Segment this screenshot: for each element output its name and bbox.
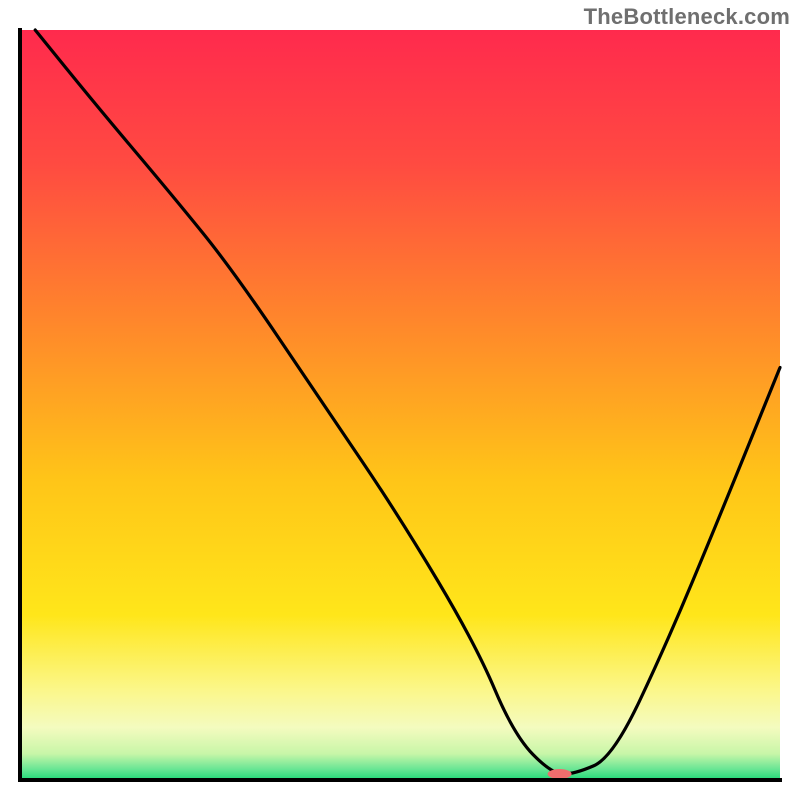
chart-container: { "watermark": "TheBottleneck.com", "cha… (0, 0, 800, 800)
plot-background (20, 30, 780, 780)
bottleneck-chart (0, 0, 800, 800)
optimal-marker (548, 769, 572, 779)
